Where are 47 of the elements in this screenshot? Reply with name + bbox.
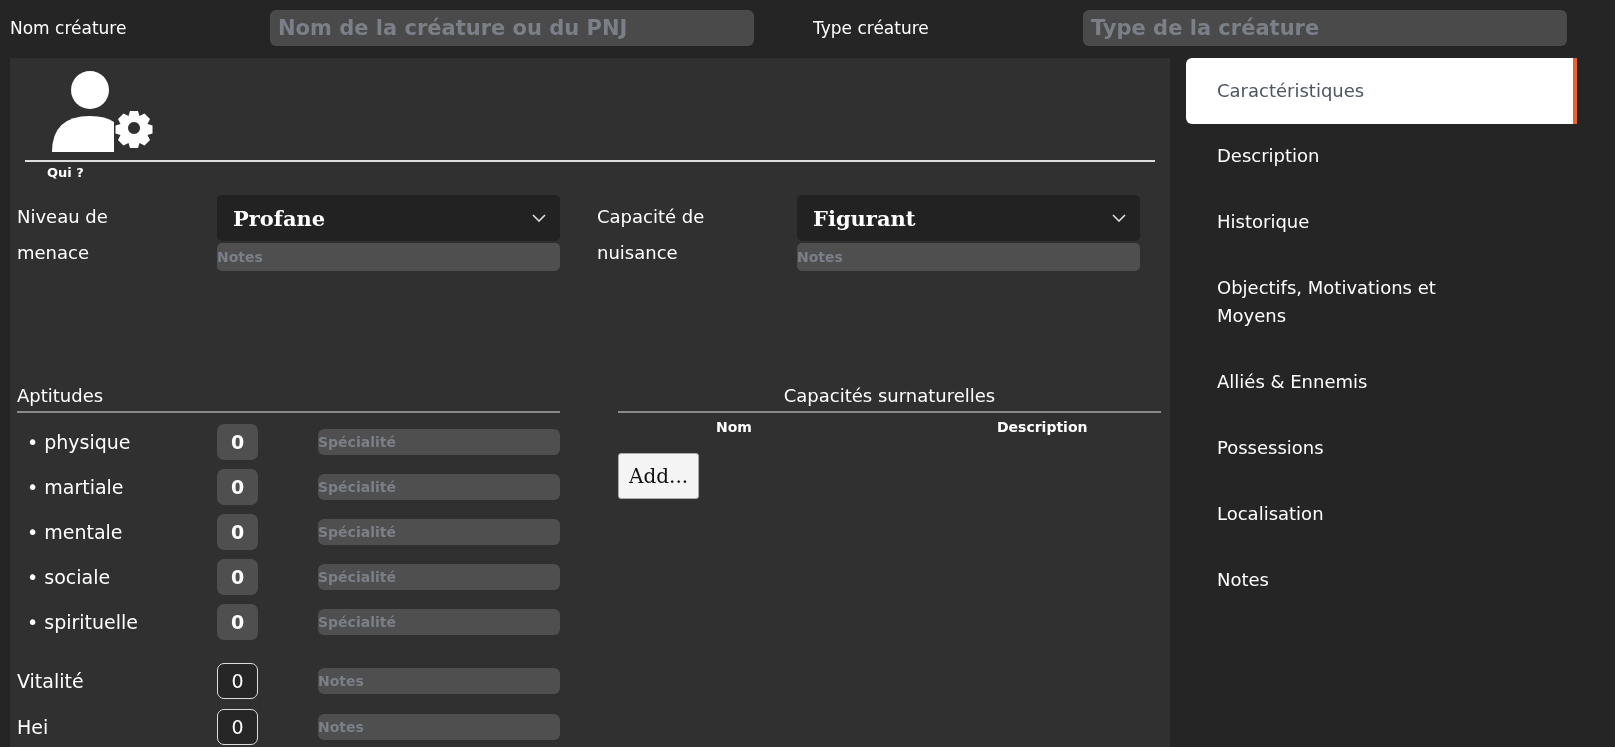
- section-label: Qui ?: [47, 165, 84, 180]
- value-field[interactable]: 0: [217, 603, 258, 640]
- add-button[interactable]: Add...: [618, 453, 700, 499]
- value-field[interactable]: 0: [217, 558, 258, 595]
- notes-field[interactable]: Notes: [797, 243, 1140, 271]
- sidebar-tab[interactable]: Possessions: [1186, 416, 1577, 482]
- value-field[interactable]: 0: [217, 709, 258, 745]
- aptitude-label: • sociale: [26, 565, 112, 588]
- sidebar-tab[interactable]: Description: [1186, 124, 1577, 190]
- value-field[interactable]: 0: [217, 468, 258, 505]
- caret-icon: [532, 214, 546, 222]
- notes-field[interactable]: Notes: [318, 714, 560, 740]
- specialty-field[interactable]: Spécialité: [318, 473, 560, 500]
- sidebar-tab[interactable]: Localisation: [1186, 482, 1577, 548]
- sidebar-tab[interactable]: Objectifs, Motivations et Moyens: [1186, 256, 1577, 350]
- name-field[interactable]: Nom de la créature ou du PNJ: [270, 10, 754, 46]
- stat-label: Hei: [17, 716, 50, 738]
- type-field[interactable]: Type de la créature: [1083, 10, 1567, 46]
- column-header: Description: [996, 419, 1088, 437]
- field-label: Capacité de nuisance: [597, 205, 706, 265]
- notes-field[interactable]: Notes: [217, 243, 560, 271]
- section-heading: Aptitudes: [17, 385, 105, 408]
- specialty-field[interactable]: Spécialité: [318, 428, 560, 455]
- aptitude-label: • mentale: [26, 520, 124, 543]
- value-field[interactable]: 0: [217, 513, 258, 550]
- aptitude-label: • martiale: [26, 475, 125, 498]
- value-field[interactable]: 0: [217, 663, 258, 699]
- value-field[interactable]: 0: [217, 423, 258, 460]
- sidebar-tab[interactable]: Caractéristiques: [1186, 58, 1577, 124]
- section-heading: Capacités surnaturelles: [782, 385, 997, 408]
- specialty-field[interactable]: Spécialité: [318, 518, 560, 545]
- sidebar-tab[interactable]: Historique: [1186, 190, 1577, 256]
- sidebar-tab[interactable]: Notes: [1186, 548, 1577, 614]
- specialty-field[interactable]: Spécialité: [318, 608, 560, 635]
- specialty-field[interactable]: Spécialité: [318, 563, 560, 590]
- field-label: Niveau de menace: [17, 205, 109, 265]
- column-header: Nom: [716, 419, 752, 437]
- stat-label: Vitalité: [17, 670, 85, 692]
- dropdown[interactable]: Figurant: [797, 195, 1140, 241]
- sidebar-tab[interactable]: Alliés & Ennemis: [1186, 350, 1577, 416]
- dropdown[interactable]: Profane: [217, 195, 560, 241]
- field-label: Nom créature: [9, 18, 128, 38]
- caret-icon: [1112, 214, 1126, 222]
- notes-field[interactable]: Notes: [318, 668, 560, 694]
- field-label: Type créature: [812, 18, 930, 38]
- aptitude-label: • physique: [26, 430, 132, 453]
- aptitude-label: • spirituelle: [26, 610, 139, 633]
